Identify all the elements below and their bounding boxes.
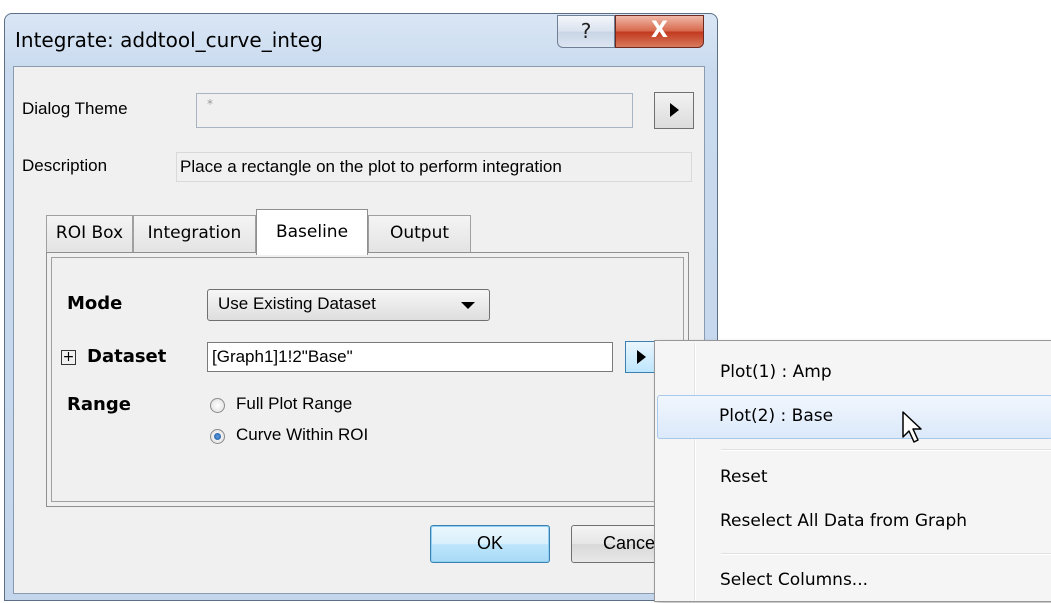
- tab-integration[interactable]: Integration: [133, 215, 256, 253]
- menu-item-plot-2-base[interactable]: Plot(2) : Base: [657, 395, 1051, 439]
- radio-full-plot-range[interactable]: [210, 398, 225, 413]
- baseline-tab-panel: Mode Use Existing Dataset + Dataset [Gra…: [46, 252, 689, 507]
- help-button[interactable]: ?: [557, 15, 615, 48]
- radio-curve-within-roi[interactable]: [210, 429, 225, 444]
- menu-item-select-columns[interactable]: Select Columns...: [657, 559, 1051, 603]
- tab-roi-box[interactable]: ROI Box: [46, 215, 133, 253]
- description-field: Place a rectangle on the plot to perform…: [176, 152, 692, 182]
- radio-curve-within-roi-label: Curve Within ROI: [236, 425, 369, 444]
- expand-icon[interactable]: +: [61, 350, 76, 365]
- dialog-client-area: Dialog Theme * Description Place a recta…: [13, 66, 705, 594]
- description-label: Description: [22, 156, 108, 175]
- dataset-label: Dataset: [87, 346, 167, 367]
- menu-item-reselect-all-data[interactable]: Reselect All Data from Graph: [657, 500, 1051, 544]
- mode-select[interactable]: Use Existing Dataset: [207, 289, 490, 321]
- range-label: Range: [67, 394, 131, 415]
- chevron-down-icon: [461, 302, 475, 309]
- menu-item-label: Plot(1) : Amp: [720, 362, 832, 382]
- mode-label: Mode: [67, 293, 123, 314]
- dialog-window: Integrate: addtool_curve_integ ? X Dialo…: [4, 13, 718, 601]
- menu-separator: [721, 449, 1051, 451]
- mode-select-value: Use Existing Dataset: [218, 294, 376, 313]
- dialog-theme-label: Dialog Theme: [22, 99, 128, 118]
- menu-item-label: Plot(2) : Base: [719, 406, 834, 426]
- tab-output[interactable]: Output: [368, 215, 471, 253]
- play-arrow-icon: [670, 103, 679, 117]
- menu-item-reset[interactable]: Reset: [657, 456, 1051, 500]
- dialog-theme-arrow-button[interactable]: [654, 92, 694, 129]
- mouse-pointer-icon: [902, 411, 922, 443]
- menu-separator: [721, 553, 1051, 555]
- tab-baseline[interactable]: Baseline: [256, 209, 368, 255]
- dataset-arrow-button[interactable]: [625, 341, 657, 373]
- menu-item-label: Select Columns...: [720, 570, 869, 590]
- dialog-theme-value: *: [207, 97, 213, 111]
- play-arrow-icon: [637, 350, 646, 364]
- title-bar[interactable]: Integrate: addtool_curve_integ ? X: [5, 14, 717, 66]
- radio-full-plot-range-label: Full Plot Range: [236, 394, 353, 413]
- ok-button[interactable]: OK: [430, 525, 550, 563]
- dialog-theme-field[interactable]: *: [196, 93, 633, 128]
- close-button[interactable]: X: [615, 15, 704, 48]
- menu-item-plot-1-amp[interactable]: Plot(1) : Amp: [657, 351, 1051, 395]
- dataset-input[interactable]: [Graph1]1!2"Base": [207, 342, 613, 372]
- window-title: Integrate: addtool_curve_integ: [15, 28, 323, 52]
- menu-item-label: Reset: [720, 467, 768, 487]
- context-menu: Plot(1) : Amp Plot(2) : Base Reset Resel…: [654, 340, 1051, 602]
- menu-item-label: Reselect All Data from Graph: [720, 511, 968, 531]
